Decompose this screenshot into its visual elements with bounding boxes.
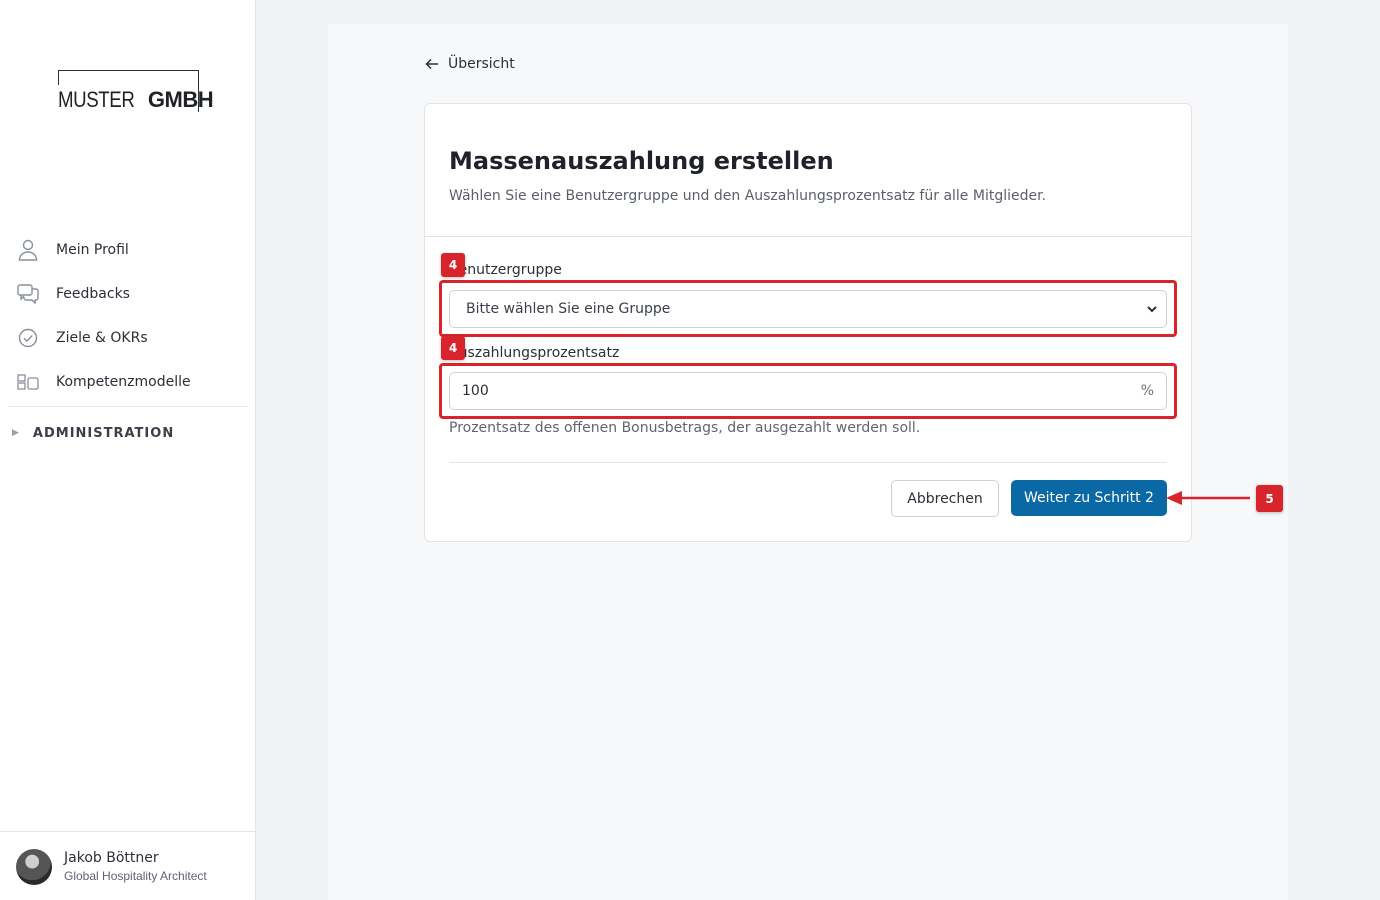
percent-field-label: Auszahlungsprozentsatz [449,345,620,361]
sidebar-section-administration[interactable]: ▶ ADMINISTRATION [0,411,256,455]
sidebar-item-ziele-okrs[interactable]: Ziele & OKRs [0,316,256,360]
group-field-label: Benutzergruppe [449,262,562,278]
sidebar-item-label: Ziele & OKRs [56,330,148,346]
back-link-label: Übersicht [448,56,515,72]
card-header: Massenauszahlung erstellen Wählen Sie ei… [425,104,1191,237]
annotation-arrow [1166,491,1250,505]
logo-text-gmbh: GMBH [147,87,214,112]
annotation-highlight-group-select [439,280,1177,337]
check-circle-icon [16,326,40,350]
logo-text-muster: MUSTER [58,87,135,112]
sidebar-divider [8,406,248,407]
avatar [16,849,52,885]
sidebar-item-feedbacks[interactable]: Feedbacks [0,272,256,316]
sidebar-item-mein-profil[interactable]: Mein Profil [0,228,256,272]
page-title: Massenauszahlung erstellen [449,147,834,175]
annotation-highlight-percent-input [439,363,1177,419]
sidebar-item-label: Mein Profil [56,242,129,258]
sidebar-section-label: ADMINISTRATION [32,425,175,441]
caret-right-icon: ▶ [12,428,19,438]
user-icon [16,238,40,262]
sidebar-item-label: Feedbacks [56,286,130,302]
sidebar-item-label: Kompetenzmodelle [56,374,191,390]
next-step-button[interactable]: Weiter zu Schritt 2 [1011,480,1167,516]
annotation-badge-4: 4 [441,336,465,360]
modules-icon [16,370,40,394]
arrow-left-icon [425,58,438,70]
sidebar: MUSTER GMBH Mein Profil Feedbacks Ziele &… [0,0,256,900]
user-name: Jakob Böttner [64,850,159,866]
sidebar-nav: Mein Profil Feedbacks Ziele & OKRs Kompe… [0,228,256,455]
company-logo[interactable]: MUSTER GMBH [58,70,214,112]
page-subtitle: Wählen Sie eine Benutzergruppe und den A… [449,188,1047,204]
annotation-badge-5: 5 [1256,485,1283,512]
percent-help-text: Prozentsatz des offenen Bonusbetrags, de… [449,420,921,436]
cancel-button[interactable]: Abbrechen [891,480,999,517]
form-divider [449,462,1167,463]
user-profile-box[interactable]: Jakob Böttner Global Hospitality Archite… [0,831,256,900]
back-link-overview[interactable]: Übersicht [424,56,515,72]
chat-bubbles-icon [16,282,40,306]
annotation-badge-4: 4 [441,253,465,277]
sidebar-item-kompetenzmodelle[interactable]: Kompetenzmodelle [0,360,256,404]
user-role: Global Hospitality Architect [64,869,207,883]
